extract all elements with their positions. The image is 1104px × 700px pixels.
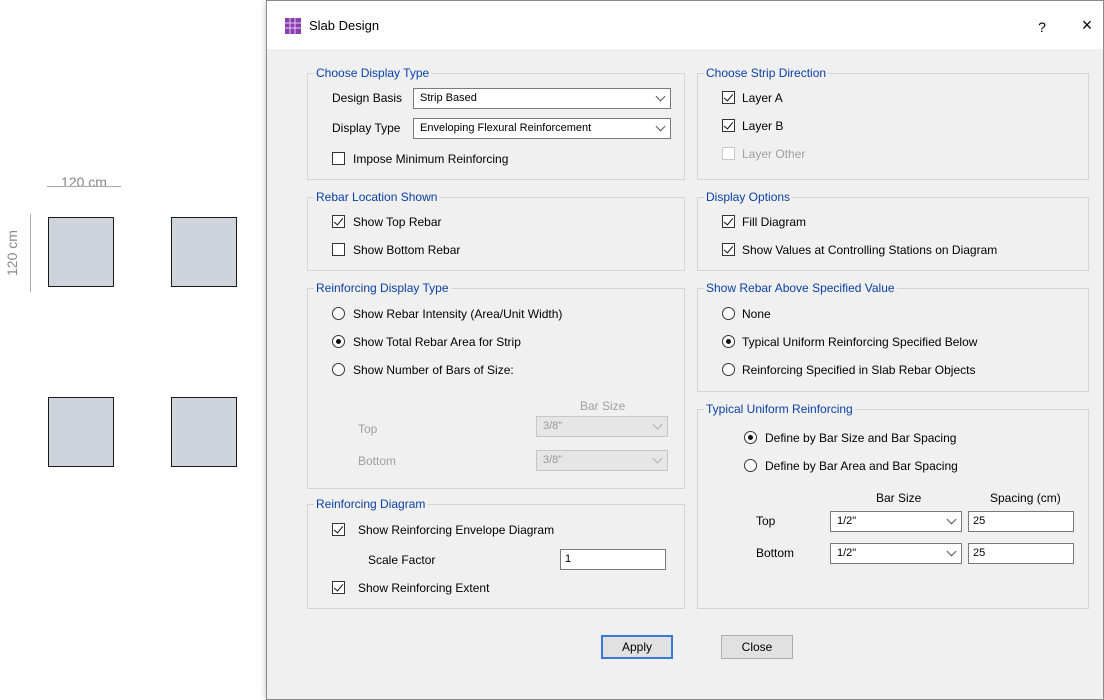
chevron-down-icon (655, 91, 666, 102)
top-bar-size-value: 1/2" (837, 515, 857, 527)
show-top-rebar-label: Show Top Rebar (353, 215, 442, 229)
envelope-diagram-label: Show Reinforcing Envelope Diagram (358, 523, 555, 537)
top-label: Top (358, 422, 378, 436)
close-button[interactable]: Close (721, 635, 793, 659)
slab-design-dialog: Slab Design ? × Choose Display Type Desi… (266, 0, 1104, 700)
typical-uniform-radio[interactable] (722, 335, 735, 348)
chevron-down-icon (652, 419, 663, 430)
help-button[interactable]: ? (1027, 15, 1057, 39)
column-section (171, 217, 237, 287)
layer-a-checkbox[interactable] (722, 91, 735, 104)
layer-other-checkbox[interactable] (722, 147, 735, 160)
reinforcing-extent-checkbox[interactable] (332, 581, 345, 594)
layer-b-label: Layer B (742, 119, 784, 133)
top-bar-size-select[interactable]: 3/8" (536, 416, 668, 437)
number-of-bars-label: Show Number of Bars of Size: (353, 363, 514, 377)
column-section (48, 217, 114, 287)
none-label: None (742, 307, 771, 321)
bar-size-spacing-label: Define by Bar Size and Bar Spacing (765, 431, 957, 445)
column-section (171, 397, 237, 467)
scale-factor-input[interactable]: 1 (560, 549, 666, 570)
design-basis-label: Design Basis (332, 91, 403, 105)
top-label: Top (756, 514, 776, 528)
show-bottom-rebar-label: Show Bottom Rebar (353, 243, 461, 257)
total-rebar-area-label: Show Total Rebar Area for Strip (353, 335, 521, 349)
scale-factor-label: Scale Factor (368, 553, 436, 567)
dimension-height-label: 120 cm (4, 230, 20, 276)
bottom-bar-size-select[interactable]: 1/2" (830, 543, 962, 564)
number-of-bars-radio[interactable] (332, 363, 345, 376)
bottom-label: Bottom (756, 546, 795, 560)
impose-minimum-label: Impose Minimum Reinforcing (353, 152, 509, 166)
bottom-label: Bottom (358, 454, 397, 468)
impose-minimum-checkbox[interactable] (332, 152, 345, 165)
slab-rebar-objects-label: Reinforcing Specified in Slab Rebar Obje… (742, 363, 976, 377)
choose-strip-direction-group: Choose Strip Direction Layer A Layer B L… (697, 66, 1089, 180)
group-title: Show Rebar Above Specified Value (704, 281, 897, 295)
show-values-label: Show Values at Controlling Stations on D… (742, 243, 998, 257)
show-values-checkbox[interactable] (722, 243, 735, 256)
design-basis-value: Strip Based (420, 92, 477, 104)
reinforcing-display-type-group: Reinforcing Display Type Show Rebar Inte… (307, 281, 685, 489)
group-title: Choose Display Type (314, 66, 432, 80)
top-spacing-input[interactable]: 25 (968, 511, 1074, 532)
column-section (48, 397, 114, 467)
bar-area-spacing-radio[interactable] (744, 459, 757, 472)
layer-b-checkbox[interactable] (722, 119, 735, 132)
show-bottom-rebar-checkbox[interactable] (332, 243, 345, 256)
dimension-width-line (47, 186, 121, 187)
group-title: Rebar Location Shown (314, 190, 440, 204)
display-type-select[interactable]: Enveloping Flexural Reinforcement (413, 118, 671, 139)
top-bar-size-value: 3/8" (543, 420, 563, 432)
dialog-title: Slab Design (309, 18, 380, 33)
bottom-bar-size-select[interactable]: 3/8" (536, 450, 668, 471)
typical-uniform-label: Typical Uniform Reinforcing Specified Be… (742, 335, 978, 349)
display-type-label: Display Type (332, 121, 401, 135)
layer-a-label: Layer A (742, 91, 783, 105)
rebar-intensity-radio[interactable] (332, 307, 345, 320)
top-bar-size-select[interactable]: 1/2" (830, 511, 962, 532)
chevron-down-icon (652, 453, 663, 464)
show-rebar-above-group: Show Rebar Above Specified Value None Ty… (697, 281, 1089, 392)
close-icon[interactable]: × (1073, 13, 1101, 37)
dimension-height-line (30, 214, 31, 292)
group-title: Reinforcing Display Type (314, 281, 451, 295)
bar-size-header: Bar Size (876, 491, 922, 505)
reinforcing-diagram-group: Reinforcing Diagram Show Reinforcing Env… (307, 497, 685, 609)
rebar-location-group: Rebar Location Shown Show Top Rebar Show… (307, 190, 685, 271)
chevron-down-icon (655, 121, 666, 132)
bottom-bar-size-value: 1/2" (837, 547, 857, 559)
show-top-rebar-checkbox[interactable] (332, 215, 345, 228)
design-basis-select[interactable]: Strip Based (413, 88, 671, 109)
title-bar: Slab Design ? × (267, 1, 1103, 49)
spacing-header: Spacing (cm) (990, 491, 1061, 505)
bottom-spacing-input[interactable]: 25 (968, 543, 1074, 564)
group-title: Typical Uniform Reinforcing (704, 402, 855, 416)
typical-uniform-reinforcing-group: Typical Uniform Reinforcing Define by Ba… (697, 402, 1089, 609)
display-options-group: Display Options Fill Diagram Show Values… (697, 190, 1089, 271)
group-title: Display Options (704, 190, 793, 204)
fill-diagram-checkbox[interactable] (722, 215, 735, 228)
fill-diagram-label: Fill Diagram (742, 215, 807, 229)
group-title: Reinforcing Diagram (314, 497, 428, 511)
bar-size-header: Bar Size (580, 399, 626, 413)
dimension-width-label: 120 cm (61, 174, 107, 190)
reinforcing-extent-label: Show Reinforcing Extent (358, 581, 490, 595)
bar-area-spacing-label: Define by Bar Area and Bar Spacing (765, 459, 958, 473)
bottom-bar-size-value: 3/8" (543, 454, 563, 466)
none-radio[interactable] (722, 307, 735, 320)
app-icon (285, 18, 301, 34)
layer-other-label: Layer Other (742, 147, 806, 161)
choose-display-type-group: Choose Display Type Design Basis Strip B… (307, 66, 685, 180)
apply-button[interactable]: Apply (601, 635, 673, 659)
rebar-intensity-label: Show Rebar Intensity (Area/Unit Width) (353, 307, 563, 321)
envelope-diagram-checkbox[interactable] (332, 523, 345, 536)
group-title: Choose Strip Direction (704, 66, 829, 80)
display-type-value: Enveloping Flexural Reinforcement (420, 122, 592, 134)
bar-size-spacing-radio[interactable] (744, 431, 757, 444)
slab-rebar-objects-radio[interactable] (722, 363, 735, 376)
total-rebar-area-radio[interactable] (332, 335, 345, 348)
chevron-down-icon (946, 546, 957, 557)
chevron-down-icon (946, 514, 957, 525)
